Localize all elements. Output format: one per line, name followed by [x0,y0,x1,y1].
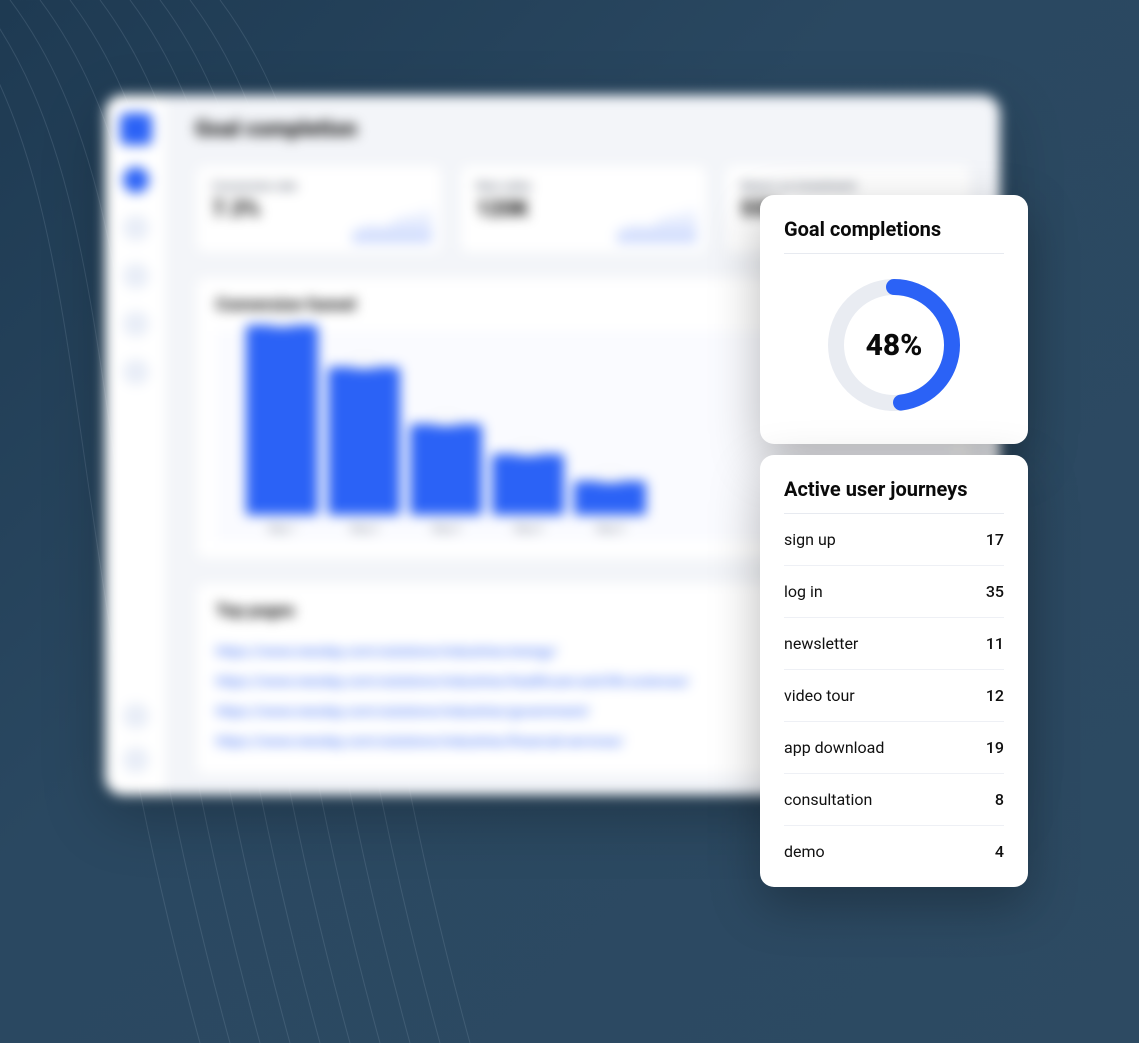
kpi-label: Conversion rate [212,179,426,193]
donut-percent-label: 48% [823,274,965,416]
journey-name: demo [784,842,825,861]
nav-item-2-icon[interactable] [123,215,149,241]
kpi-card: New sales 120K [459,164,707,254]
goal-completions-card: Goal completions 48% [760,195,1028,444]
journey-value: 4 [995,842,1004,861]
funnel-bar-label: Step 1 [268,524,296,535]
journey-row: app download 19 [784,722,1004,774]
theme-toggle-icon[interactable] [123,703,149,729]
kpi-value: 120K [476,197,690,222]
journey-row: demo 4 [784,826,1004,877]
funnel-bar: Step 2 [328,367,400,515]
journey-name: consultation [784,790,872,809]
journey-name: video tour [784,686,855,705]
journey-value: 12 [986,686,1004,705]
funnel-bar: Step 5 [574,481,646,515]
journey-value: 17 [986,530,1004,549]
journey-value: 11 [986,634,1004,653]
nav-item-4-icon[interactable] [123,311,149,337]
journey-row: newsletter 11 [784,618,1004,670]
journey-row: log in 35 [784,566,1004,618]
journey-name: sign up [784,530,836,549]
funnel-bar-label: Step 4 [514,524,542,535]
journey-name: newsletter [784,634,858,653]
app-logo [120,113,152,145]
page-title: Goal completion [195,117,972,142]
kpi-label: Return on investment [741,179,955,193]
sidebar [105,95,167,795]
nav-item-home-icon[interactable] [123,167,149,193]
journey-value: 19 [986,738,1004,757]
journey-row: consultation 8 [784,774,1004,826]
journey-value: 35 [986,582,1004,601]
kpi-value: 7.3% [212,197,426,222]
kpi-label: New sales [476,179,690,193]
nav-item-5-icon[interactable] [123,359,149,385]
funnel-bar: Step 1 [246,325,318,515]
share-icon[interactable] [123,747,149,773]
funnel-bar: Step 4 [492,454,564,515]
funnel-bar-label: Step 3 [432,524,460,535]
journey-value: 8 [995,790,1004,809]
nav-item-3-icon[interactable] [123,263,149,289]
funnel-bar: Step 3 [410,424,482,515]
funnel-bar-label: Step 5 [596,524,624,535]
journey-row: video tour 12 [784,670,1004,722]
journey-row: sign up 17 [784,514,1004,566]
card-title: Active user journeys [784,477,1004,514]
active-journeys-card: Active user journeys sign up 17 log in 35 ne… [760,455,1028,887]
kpi-card: Conversion rate 7.3% [195,164,443,254]
journey-name: app download [784,738,884,757]
donut-chart: 48% [784,254,1004,422]
card-title: Goal completions [784,217,1004,254]
journey-name: log in [784,582,823,601]
funnel-bar-label: Step 2 [350,524,378,535]
